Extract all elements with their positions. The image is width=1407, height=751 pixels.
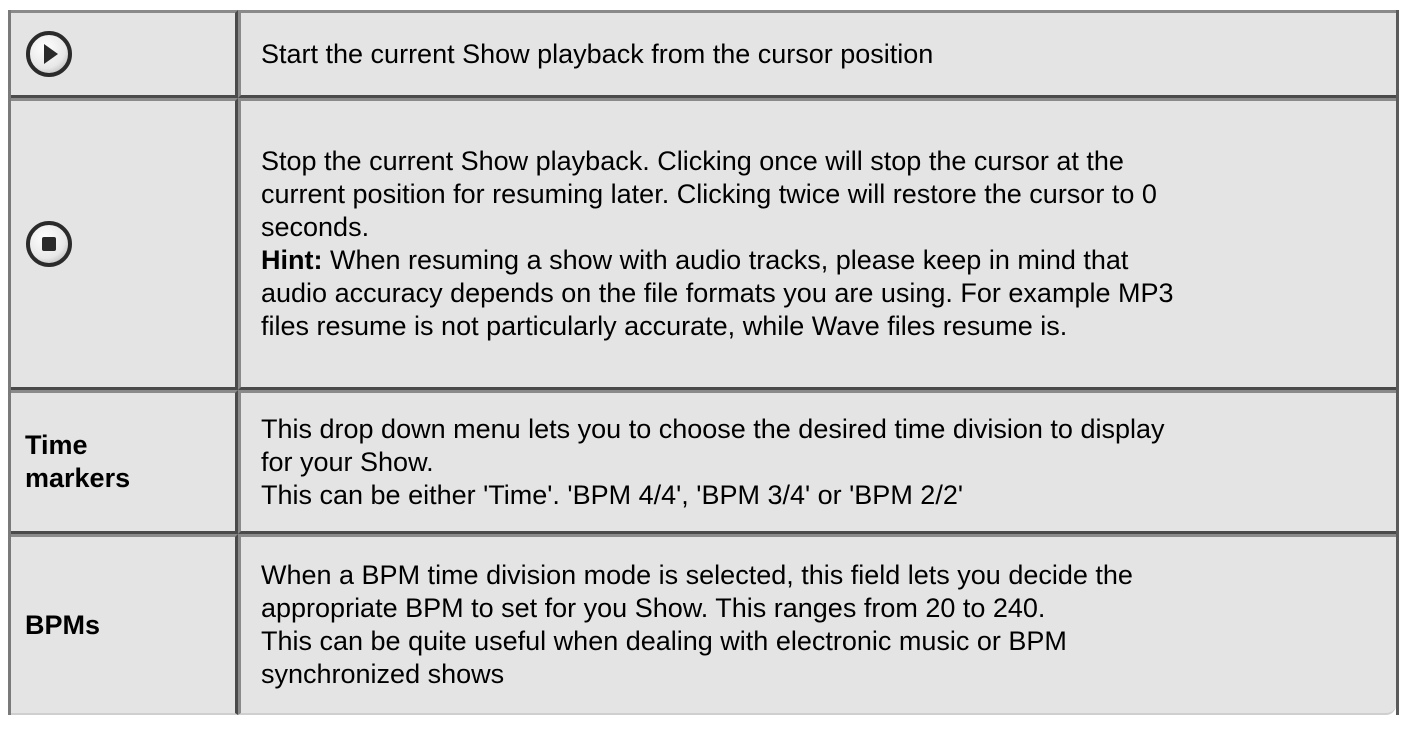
description-line: This can be either 'Time'. 'BPM 4/4', 'B… — [261, 479, 963, 510]
term-cell: Time markers — [11, 390, 238, 534]
play-circle-icon — [26, 31, 72, 77]
term-label: Time — [25, 430, 88, 460]
hint-line: files resume is not particularly accurat… — [261, 311, 1068, 341]
description-line: This drop down menu lets you to choose t… — [261, 413, 1165, 444]
description-line: Stop the current Show playback. Clicking… — [261, 146, 1124, 176]
description-line: for your Show. — [261, 446, 434, 477]
description-cell: Start the current Show playback from the… — [238, 10, 1396, 98]
description-line: This can be quite useful when dealing wi… — [261, 626, 1067, 656]
hint-label: Hint: — [261, 245, 323, 275]
description-cell: When a BPM time division mode is selecte… — [238, 534, 1396, 715]
controls-table: Start the current Show playback from the… — [8, 10, 1399, 715]
term-cell: BPMs — [11, 534, 238, 715]
description-line: When a BPM time division mode is selecte… — [261, 560, 1133, 590]
table-row: BPMs When a BPM time division mode is se… — [11, 534, 1396, 715]
stop-circle-icon — [26, 221, 72, 267]
document-frame: Start the current Show playback from the… — [0, 0, 1407, 751]
term-cell — [11, 98, 238, 390]
term-label: BPMs — [25, 609, 101, 640]
table-row: Time markers This drop down menu lets yo… — [11, 390, 1396, 534]
table-row: Start the current Show playback from the… — [11, 10, 1396, 98]
table-row: Stop the current Show playback. Clicking… — [11, 98, 1396, 390]
term-cell — [11, 10, 238, 98]
description-line: appropriate BPM to set for you Show. Thi… — [261, 593, 1046, 623]
description-cell: This drop down menu lets you to choose t… — [238, 390, 1396, 534]
hint-line: audio accuracy depends on the file forma… — [261, 278, 1174, 308]
description-line: Start the current Show playback from the… — [261, 38, 934, 69]
description-line: seconds. — [261, 212, 370, 242]
description-line: synchronized shows — [261, 659, 505, 689]
term-label: markers — [25, 463, 131, 493]
description-cell: Stop the current Show playback. Clicking… — [238, 98, 1396, 390]
hint-text: When resuming a show with audio tracks, … — [322, 245, 1129, 275]
hint-line: Hint: When resuming a show with audio tr… — [261, 244, 1382, 277]
description-line: current position for resuming later. Cli… — [261, 179, 1157, 209]
